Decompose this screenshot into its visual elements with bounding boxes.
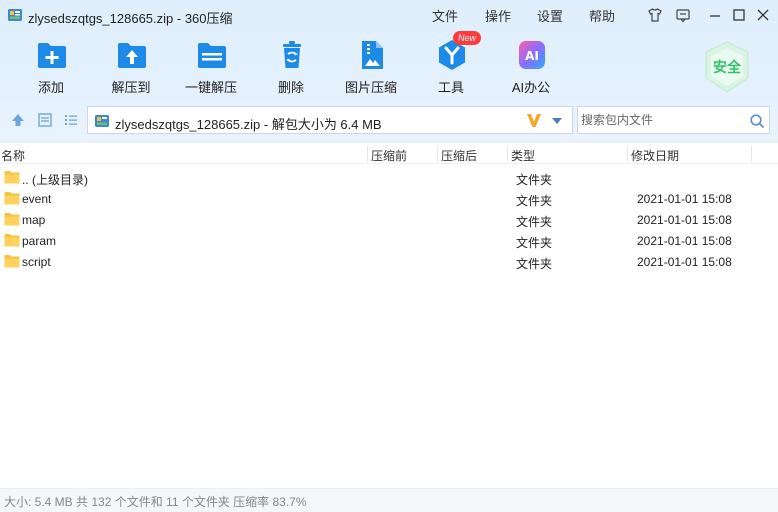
file-type: 文件夹 [516, 257, 553, 271]
file-row-map[interactable]: map 文件夹 2021-01-01 15:08 [0, 209, 778, 230]
folder-icon [4, 255, 20, 268]
folder-icon [4, 192, 20, 205]
folder-icon [4, 171, 20, 184]
extract-to-label: 解压到 [111, 80, 151, 95]
image-compress-button[interactable]: 图片压缩 [331, 38, 411, 98]
folder-icon [4, 213, 20, 226]
file-row-parent[interactable]: .. (上级目录) 文件夹 [0, 167, 778, 188]
file-type: 文件夹 [516, 173, 553, 187]
add-button[interactable]: 添加 [11, 38, 91, 98]
security-label: 安全 [713, 59, 741, 75]
security-shield[interactable]: 安全 [702, 40, 752, 94]
extract-to-icon [118, 43, 146, 68]
search-icon[interactable] [749, 113, 765, 129]
svg-text:AI: AI [525, 49, 539, 63]
verified-v-icon[interactable] [524, 110, 544, 130]
column-separator[interactable] [507, 146, 508, 162]
app-logo-icon [8, 9, 22, 21]
column-name[interactable]: 名称 [1, 147, 25, 164]
folder-icon [4, 234, 20, 247]
column-separator[interactable] [751, 146, 752, 162]
column-separator[interactable] [627, 146, 628, 162]
file-type: 文件夹 [516, 236, 553, 250]
ai-office-icon: AI [519, 41, 545, 69]
file-row-event[interactable]: event 文件夹 2021-01-01 15:08 [0, 188, 778, 209]
tools-label: 工具 [437, 80, 464, 95]
menu-file[interactable]: 文件 [432, 6, 458, 25]
file-date: 2021-01-01 15:08 [637, 213, 732, 227]
file-name: script [22, 255, 51, 269]
column-separator[interactable] [437, 146, 438, 162]
file-name: event [22, 192, 52, 206]
file-name: .. (上级目录) [22, 173, 88, 187]
file-name: param [22, 234, 57, 248]
file-row-script[interactable]: script 文件夹 2021-01-01 15:08 [0, 251, 778, 272]
up-arrow-icon[interactable] [10, 112, 26, 128]
menu-settings[interactable]: 设置 [537, 6, 563, 25]
image-compress-icon [362, 41, 383, 69]
one-click-extract-button[interactable]: 一键解压 [171, 38, 251, 98]
search-input[interactable] [579, 108, 744, 132]
image-compress-label: 图片压缩 [344, 80, 397, 95]
file-type: 文件夹 [516, 215, 553, 229]
title-bar: zlysedszqtgs_128665.zip - 360压缩 文件 操作 设置… [0, 0, 778, 30]
column-header-row: 名称 压缩前 压缩后 类型 修改日期 [0, 144, 778, 164]
one-click-extract-icon [198, 43, 226, 68]
close-icon[interactable] [755, 7, 771, 23]
file-date: 2021-01-01 15:08 [637, 255, 732, 269]
feedback-icon[interactable] [675, 7, 691, 23]
detail-view-icon[interactable] [37, 112, 53, 128]
new-badge: New [453, 31, 481, 45]
delete-icon [283, 41, 301, 68]
file-date: 2021-01-01 15:08 [637, 234, 732, 248]
chevron-down-icon[interactable] [551, 116, 563, 126]
ai-office-button[interactable]: AI AI办公 [491, 38, 571, 98]
delete-label: 删除 [277, 80, 304, 95]
file-date: 2021-01-01 15:08 [637, 192, 732, 206]
add-icon [38, 43, 66, 68]
ai-office-label: AI办公 [511, 80, 551, 95]
add-label: 添加 [37, 80, 64, 95]
file-type: 文件夹 [516, 194, 553, 208]
address-path: zlysedszqtgs_128665.zip - 解包大小为 6.4 MB [115, 117, 382, 132]
extract-to-button[interactable]: 解压到 [91, 38, 171, 98]
column-type[interactable]: 类型 [511, 147, 535, 164]
zip-file-icon [95, 115, 109, 127]
top-panel: zlysedszqtgs_128665.zip - 360压缩 文件 操作 设置… [0, 0, 778, 143]
search-box[interactable] [577, 106, 770, 134]
status-text: 大小: 5.4 MB 共 132 个文件和 11 个文件夹 压缩率 83.7% [4, 495, 307, 509]
file-row-param[interactable]: param 文件夹 2021-01-01 15:08 [0, 230, 778, 251]
column-after[interactable]: 压缩后 [441, 147, 477, 164]
column-modified[interactable]: 修改日期 [631, 147, 679, 164]
skin-icon[interactable] [647, 7, 663, 23]
column-separator[interactable] [367, 146, 368, 162]
tools-button[interactable]: 工具 [411, 38, 491, 98]
column-before[interactable]: 压缩前 [371, 147, 407, 164]
menu-operate[interactable]: 操作 [485, 6, 511, 25]
menu-help[interactable]: 帮助 [589, 6, 615, 25]
one-click-extract-label: 一键解压 [184, 80, 237, 95]
address-bar[interactable]: zlysedszqtgs_128665.zip - 解包大小为 6.4 MB [87, 106, 573, 134]
status-bar: 大小: 5.4 MB 共 132 个文件和 11 个文件夹 压缩率 83.7% [0, 488, 778, 512]
window-title: zlysedszqtgs_128665.zip - 360压缩 [28, 11, 233, 26]
file-name: map [22, 213, 46, 227]
maximize-icon[interactable] [731, 7, 747, 23]
delete-button[interactable]: 删除 [251, 38, 331, 98]
minimize-icon[interactable] [707, 7, 723, 23]
list-view-icon[interactable] [63, 112, 79, 128]
